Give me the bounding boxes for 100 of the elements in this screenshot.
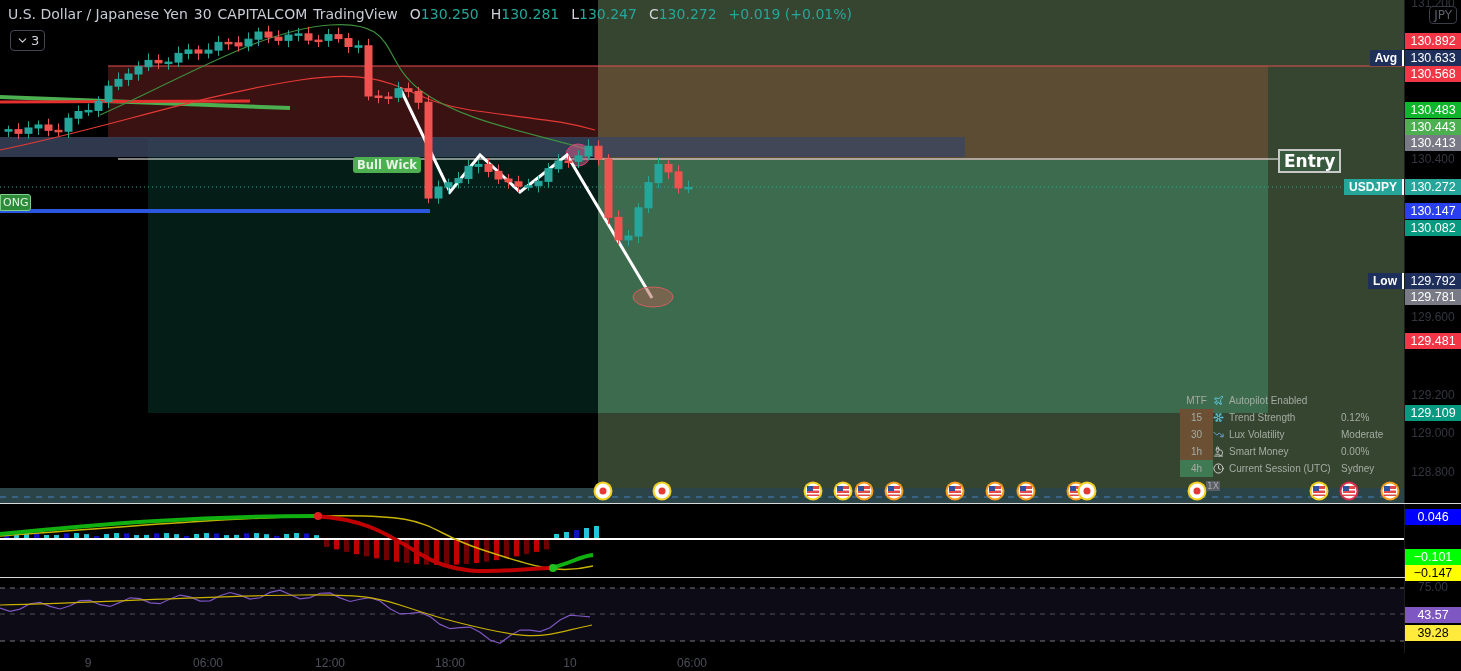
histogram-bar — [524, 539, 529, 555]
metric-label: Trend Strength — [1229, 411, 1297, 425]
price-tick: 130.400 — [1410, 152, 1456, 166]
histogram-bar — [424, 539, 429, 565]
histogram-bar — [14, 534, 19, 539]
candlestick — [304, 26, 313, 46]
candlestick — [134, 60, 143, 82]
histogram-bar — [574, 530, 579, 539]
price-label: 130.413 — [1405, 135, 1461, 151]
candlestick — [124, 67, 133, 87]
time-label: 9 — [84, 656, 92, 671]
histogram-bar — [74, 533, 79, 539]
cross-marker — [549, 564, 557, 573]
metric-label: Smart Money — [1229, 445, 1290, 459]
candlestick — [14, 122, 23, 140]
candlestick — [504, 173, 513, 190]
flag-icon — [1380, 481, 1400, 501]
histogram-bar — [434, 539, 439, 566]
table-header: MTF — [1185, 394, 1208, 408]
ohlc-value: H130.281 — [490, 6, 560, 22]
histogram-bar — [414, 539, 419, 565]
currency-badge: JPY — [1429, 6, 1457, 24]
candlestick — [584, 138, 593, 161]
entry-label: Entry — [1278, 149, 1342, 173]
indicator-value: 0.046 — [1405, 509, 1461, 526]
cross-marker — [314, 512, 322, 521]
histogram-bar — [554, 534, 559, 539]
price-label: 130.633 — [1405, 50, 1461, 66]
airplane-icon — [1213, 395, 1224, 406]
histogram-bar — [594, 526, 599, 539]
candlestick — [644, 175, 653, 214]
timeframe-cell: 15 — [1180, 409, 1213, 426]
candlestick — [204, 42, 213, 59]
candlestick — [234, 35, 243, 53]
histogram-bar — [504, 539, 509, 559]
candlestick — [564, 154, 573, 169]
histogram-bar — [384, 539, 389, 561]
price-tag: Low — [1368, 273, 1405, 289]
candlestick — [144, 52, 153, 72]
histogram-bar — [184, 536, 189, 539]
indicator-tick: 75.00 — [1417, 580, 1450, 595]
candlestick — [154, 53, 163, 70]
candlestick — [24, 120, 33, 140]
histogram-bar — [64, 533, 69, 539]
histogram-bar — [84, 534, 89, 539]
exchange-label: CAPITALCOM — [217, 6, 308, 22]
histogram-bar — [394, 539, 399, 562]
histogram-bar — [474, 539, 479, 564]
time-label: 10 — [563, 656, 577, 671]
bull-wick-label: Bull Wick — [353, 157, 421, 173]
record-icon — [1187, 481, 1207, 501]
candlestick — [274, 29, 283, 46]
flag-icon — [803, 481, 823, 501]
indicator-toggle-button[interactable]: 3 — [10, 30, 46, 51]
histogram-bar — [204, 533, 209, 539]
histogram-bar — [374, 539, 379, 559]
indicator-value: −0.147 — [1405, 565, 1461, 582]
candlestick — [334, 27, 343, 44]
price-label: 129.792 — [1405, 273, 1461, 289]
histogram-bar — [94, 536, 99, 539]
histogram-bar — [4, 536, 9, 539]
time-label: 12:00 — [315, 656, 345, 671]
histogram-bar — [294, 533, 299, 539]
histogram-bar — [44, 535, 49, 539]
interval-label: 30 — [193, 6, 212, 22]
histogram-bar — [494, 539, 499, 561]
flag-icon — [854, 481, 874, 501]
price-tag: Avg — [1369, 50, 1405, 66]
price-label: 130.483 — [1405, 102, 1461, 118]
histogram-bar — [274, 536, 279, 539]
flag-icon — [985, 481, 1005, 501]
candlestick — [284, 29, 293, 48]
histogram-bar — [584, 528, 589, 539]
histogram-bar — [54, 535, 59, 539]
price-tick: 129.600 — [1410, 310, 1456, 324]
candlestick — [514, 175, 523, 193]
candlestick — [294, 27, 303, 42]
indicator-value: 43.57 — [1405, 607, 1461, 624]
histogram-bar — [264, 534, 269, 539]
price-tick: 129.000 — [1410, 426, 1456, 440]
ohlc-value: C130.272 — [648, 6, 717, 22]
histogram-bar — [544, 539, 549, 550]
flag-icon — [884, 481, 904, 501]
price-label: 130.568 — [1405, 66, 1461, 82]
record-icon — [652, 481, 672, 501]
histogram-bar — [254, 533, 259, 539]
histogram-bar — [164, 533, 169, 539]
histogram-bar — [314, 535, 319, 539]
histogram-bar — [224, 535, 229, 539]
price-label: 129.781 — [1405, 289, 1461, 305]
source-label: TradingView — [313, 6, 398, 22]
histogram-bar — [484, 539, 489, 562]
histogram-bar — [304, 533, 309, 539]
candlestick — [494, 164, 503, 185]
candlestick — [264, 25, 273, 44]
histogram-bar — [34, 533, 39, 539]
change-value: +0.019 (+0.01%) — [728, 6, 852, 22]
indicator-value: 39.28 — [1405, 625, 1461, 642]
histogram-bar — [344, 539, 349, 553]
timeframe-cell: 4h — [1180, 460, 1213, 477]
